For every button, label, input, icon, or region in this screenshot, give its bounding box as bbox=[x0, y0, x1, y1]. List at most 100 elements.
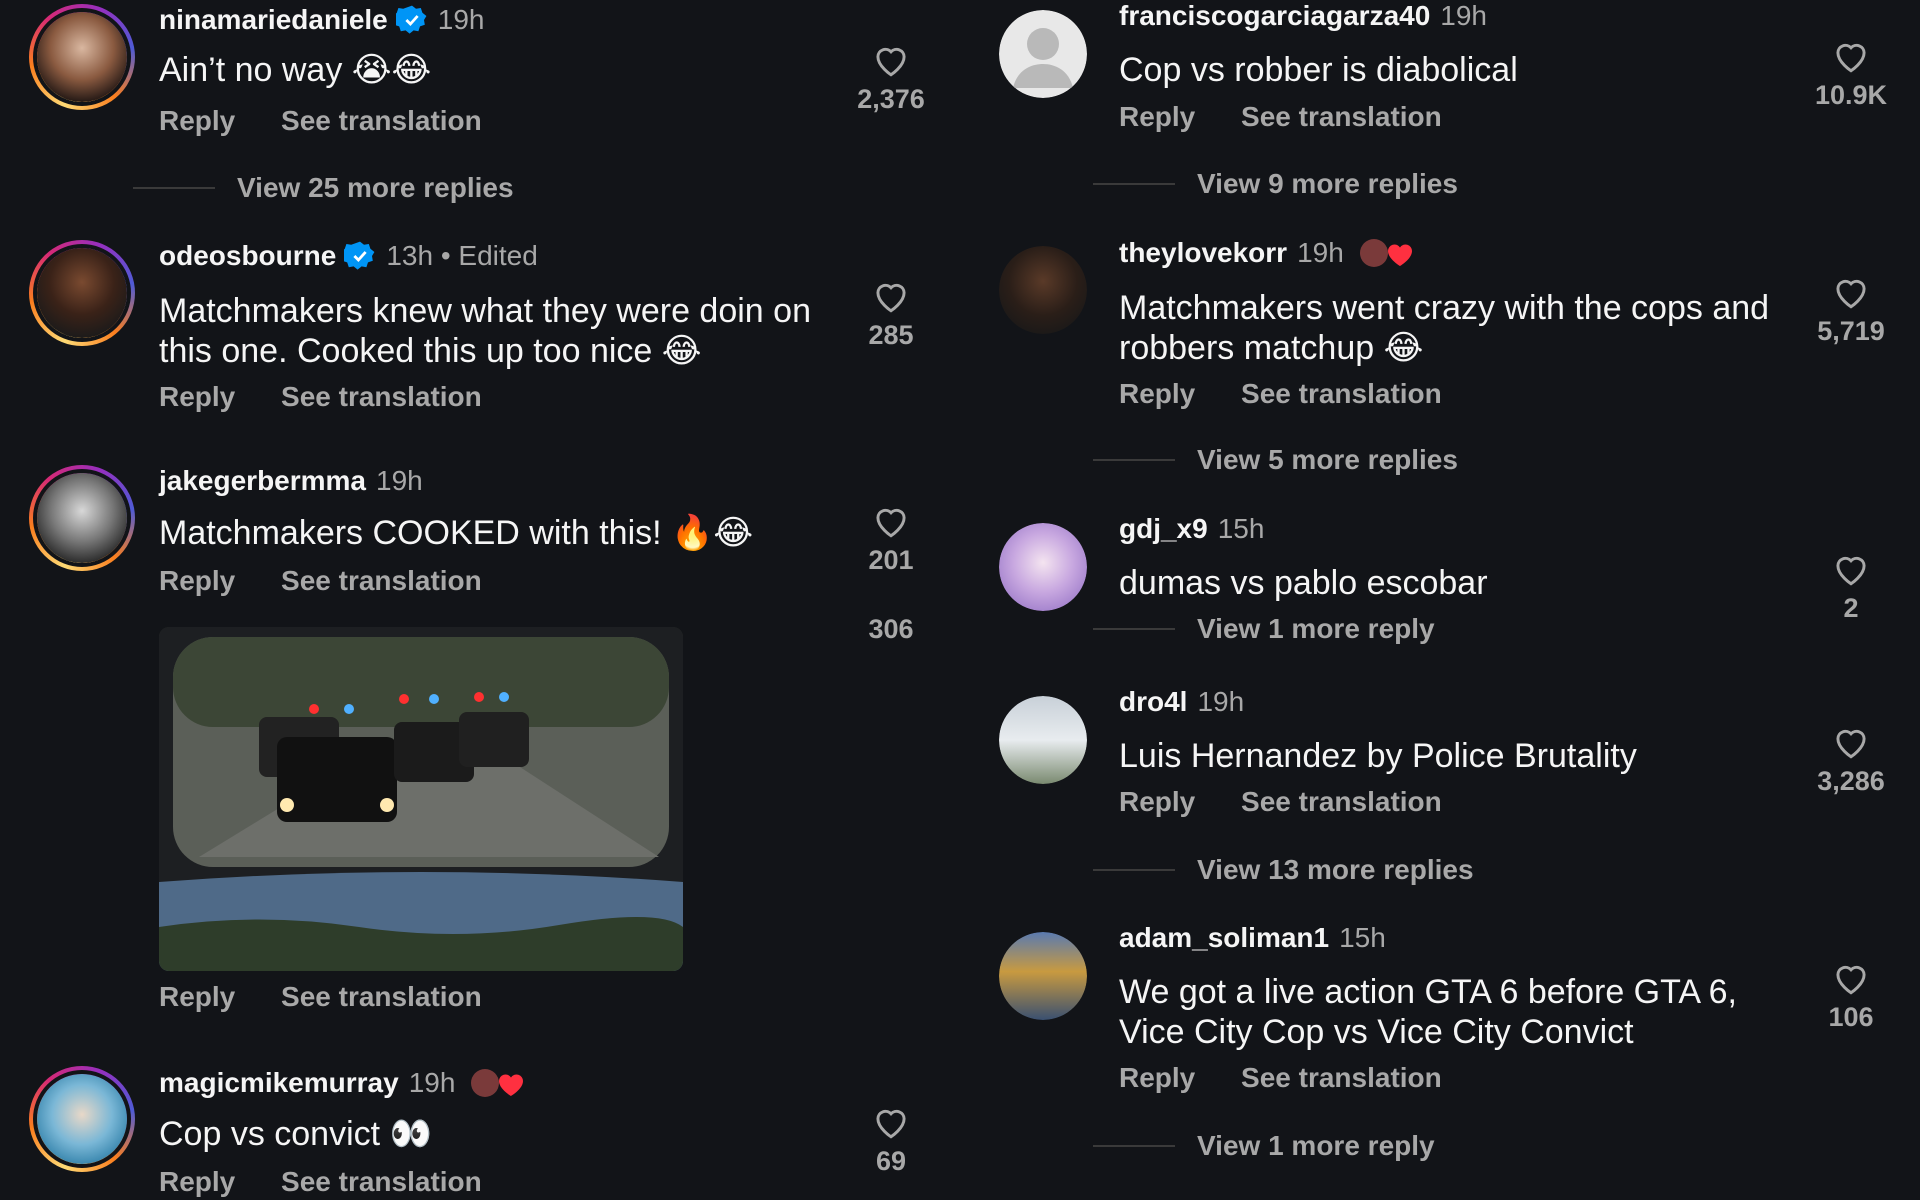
username[interactable]: odeosbourne bbox=[159, 240, 336, 272]
gif-actions: Reply See translation bbox=[159, 981, 520, 1013]
reply-button[interactable]: Reply bbox=[159, 1166, 235, 1197]
comment-gif[interactable] bbox=[159, 627, 683, 971]
verified-badge-icon bbox=[344, 241, 375, 270]
like-count: 2 bbox=[1843, 593, 1859, 623]
timestamp: 15h bbox=[1339, 922, 1386, 953]
username[interactable]: franciscogarciagarza40 bbox=[1119, 0, 1430, 32]
like-button[interactable]: 5,719 bbox=[1801, 274, 1901, 347]
like-count: 201 bbox=[868, 545, 914, 575]
verified-badge-icon bbox=[395, 5, 427, 34]
like-button[interactable]: 69 bbox=[841, 1104, 941, 1177]
like-button[interactable]: 2 bbox=[1801, 551, 1901, 624]
like-button[interactable]: 10.9K bbox=[1801, 38, 1901, 111]
view-more-replies-label: View 13 more replies bbox=[1197, 854, 1474, 885]
comment-text: Ain’t no way 😭😂 bbox=[159, 51, 432, 89]
view-more-replies-label: View 25 more replies bbox=[237, 172, 514, 203]
username[interactable]: adam_soliman1 bbox=[1119, 922, 1329, 954]
avatar[interactable] bbox=[999, 932, 1087, 1020]
heart-icon bbox=[1836, 279, 1866, 309]
comment-text: dumas vs pablo escobar bbox=[1119, 564, 1488, 602]
timestamp: 19h bbox=[437, 4, 485, 35]
like-count: 106 bbox=[1828, 1002, 1874, 1032]
like-count: 5,719 bbox=[1817, 316, 1885, 346]
divider bbox=[1093, 869, 1175, 871]
timestamp: 19h bbox=[1197, 686, 1245, 717]
right-comment-column: franciscogarciagarza40 19h Cop vs robber… bbox=[960, 0, 1920, 1200]
like-count: 69 bbox=[875, 1146, 907, 1176]
like-button[interactable]: 106 bbox=[1801, 960, 1901, 1033]
view-more-replies-label: View 1 more reply bbox=[1197, 613, 1435, 644]
reply-button[interactable]: Reply bbox=[159, 981, 235, 1012]
timestamp: 19h bbox=[1440, 0, 1487, 31]
username[interactable]: jakegerbermma bbox=[159, 465, 366, 497]
comment-text: Cop vs convict 👀 bbox=[159, 1115, 432, 1153]
avatar[interactable] bbox=[29, 1066, 135, 1172]
comment-text: Cop vs robber is diabolical bbox=[1119, 51, 1518, 89]
view-more-replies-label: View 5 more replies bbox=[1197, 444, 1458, 475]
divider bbox=[1093, 183, 1175, 185]
reply-button[interactable]: Reply bbox=[1119, 378, 1195, 409]
heart-icon bbox=[876, 47, 906, 77]
see-translation-button[interactable]: See translation bbox=[1241, 101, 1442, 132]
reply-button[interactable]: Reply bbox=[1119, 101, 1195, 132]
reply-button[interactable]: Reply bbox=[1119, 1062, 1195, 1093]
avatar[interactable] bbox=[29, 465, 135, 571]
divider bbox=[1093, 1145, 1175, 1147]
like-count-partial: 306 bbox=[841, 614, 941, 645]
like-count: 306 bbox=[868, 614, 914, 644]
heart-icon bbox=[876, 283, 906, 313]
see-translation-button[interactable]: See translation bbox=[281, 105, 482, 136]
comment-text: Matchmakers knew what they were doin on … bbox=[159, 292, 811, 370]
username[interactable]: theylovekorr bbox=[1119, 237, 1287, 269]
reply-button[interactable]: Reply bbox=[159, 381, 235, 412]
view-more-replies[interactable]: View 5 more replies bbox=[1093, 444, 1458, 476]
see-translation-button[interactable]: See translation bbox=[281, 1166, 482, 1197]
like-count: 2,376 bbox=[857, 84, 925, 114]
reply-button[interactable]: Reply bbox=[159, 565, 235, 596]
reply-button[interactable]: Reply bbox=[159, 105, 235, 136]
see-translation-button[interactable]: See translation bbox=[281, 565, 482, 596]
heart-icon bbox=[1836, 43, 1866, 73]
heart-icon bbox=[876, 508, 906, 538]
avatar[interactable] bbox=[999, 696, 1087, 784]
like-count: 3,286 bbox=[1817, 766, 1885, 796]
see-translation-button[interactable]: See translation bbox=[281, 381, 482, 412]
like-button[interactable]: 3,286 bbox=[1801, 724, 1901, 797]
avatar[interactable] bbox=[999, 10, 1087, 98]
heart-icon bbox=[1836, 965, 1866, 995]
view-more-replies[interactable]: View 25 more replies bbox=[133, 172, 514, 204]
view-more-replies[interactable]: View 1 more reply bbox=[1093, 613, 1445, 645]
see-translation-button[interactable]: See translation bbox=[281, 981, 482, 1012]
see-translation-button[interactable]: See translation bbox=[1241, 786, 1442, 817]
like-button[interactable]: 201 bbox=[841, 503, 941, 576]
timestamp: 13h • Edited bbox=[386, 240, 538, 271]
divider bbox=[133, 187, 215, 189]
view-more-replies[interactable]: View 1 more reply bbox=[1093, 1130, 1435, 1162]
like-count: 10.9K bbox=[1814, 80, 1888, 110]
avatar[interactable] bbox=[999, 246, 1087, 334]
like-button[interactable]: 285 bbox=[841, 278, 941, 351]
timestamp: 19h bbox=[1297, 237, 1344, 268]
default-avatar-icon bbox=[999, 10, 1087, 98]
reply-button[interactable]: Reply bbox=[1119, 786, 1195, 817]
see-translation-button[interactable]: See translation bbox=[1241, 378, 1442, 409]
avatar[interactable] bbox=[999, 523, 1087, 611]
view-more-replies[interactable]: View 13 more replies bbox=[1093, 854, 1474, 886]
username[interactable]: gdj_x9 bbox=[1119, 513, 1208, 545]
view-more-replies[interactable]: View 9 more replies bbox=[1093, 168, 1458, 200]
view-more-replies-label: View 1 more reply bbox=[1197, 1130, 1435, 1161]
creator-liked-heart-icon bbox=[471, 1069, 524, 1097]
divider bbox=[1093, 459, 1175, 461]
like-button[interactable]: 2,376 bbox=[841, 42, 941, 115]
avatar[interactable] bbox=[29, 240, 135, 346]
timestamp: 19h bbox=[376, 465, 423, 496]
username[interactable]: ninamariedaniele bbox=[159, 4, 388, 36]
username[interactable]: magicmikemurray bbox=[159, 1067, 399, 1099]
like-count: 285 bbox=[868, 320, 914, 350]
view-more-replies-label: View 9 more replies bbox=[1197, 168, 1458, 199]
avatar[interactable] bbox=[29, 4, 135, 110]
username[interactable]: dro4l bbox=[1119, 686, 1187, 718]
timestamp: 15h bbox=[1217, 513, 1265, 544]
heart-icon bbox=[876, 1109, 906, 1139]
see-translation-button[interactable]: See translation bbox=[1241, 1062, 1442, 1093]
